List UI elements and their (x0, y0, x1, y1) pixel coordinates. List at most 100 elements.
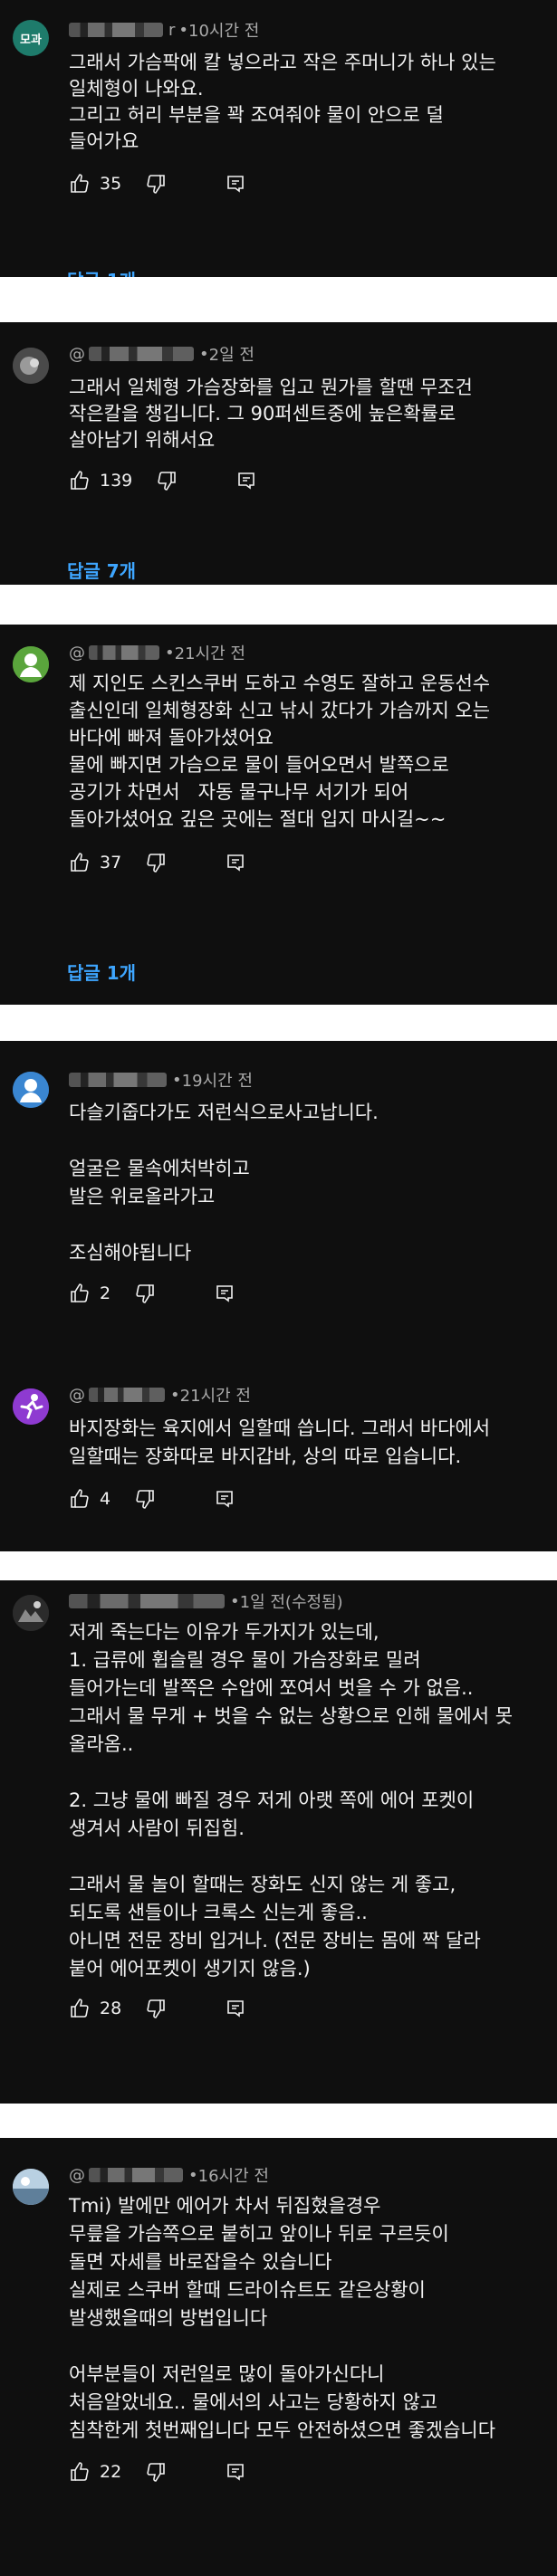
comment-item: @ • 21시간 전 제 지인도 스킨스쿠버 도하고 수영도 잘하고 운동선수 … (0, 643, 557, 876)
thumbs-up-icon (69, 173, 91, 195)
reply-button[interactable] (235, 470, 257, 491)
like-button[interactable] (69, 2461, 91, 2483)
thumbs-down-icon (156, 470, 178, 491)
comment-time[interactable]: 21시간 전 (180, 1383, 251, 1407)
dislike-button[interactable] (145, 1998, 167, 2019)
comment-reply-icon (214, 1283, 235, 1304)
channel-avatar[interactable] (13, 646, 49, 682)
dislike-button[interactable] (156, 470, 178, 491)
dot-separator: • (230, 1591, 240, 1611)
thumbs-down-icon (134, 1283, 156, 1304)
blurred-username[interactable] (69, 1594, 225, 1608)
channel-avatar[interactable] (13, 2169, 49, 2205)
comment-time[interactable]: 21시간 전 (175, 641, 245, 664)
person-avatar-icon (13, 1072, 49, 1108)
comment-text: 제 지인도 스킨스쿠버 도하고 수영도 잘하고 운동선수 출신인데 일체형장화 … (69, 673, 491, 830)
comment-meta: r • 10시간 전 (69, 18, 550, 42)
comment-item: • 1일 전(수정됨) 저게 죽는다는 이유가 두가지가 있는데, 1. 급류에… (0, 1591, 557, 2022)
comment-time[interactable]: 19시간 전 (182, 1068, 253, 1092)
comment-block: • 19시간 전 다슬기줍다가도 저런식으로사고납니다. 얼굴은 물속에처박히고… (0, 1041, 557, 1551)
reply-button[interactable] (225, 173, 246, 195)
blurred-username[interactable] (89, 1388, 165, 1402)
comment-time[interactable]: 2일 전 (209, 342, 254, 366)
blurred-username[interactable] (69, 1073, 167, 1087)
thumbs-up-icon (69, 1488, 91, 1510)
handle-tail: r (168, 20, 176, 40)
handle-lead: @ (69, 643, 85, 663)
blurred-username[interactable] (89, 645, 159, 660)
comment-actions: 37 (69, 849, 550, 876)
comment-item: • 19시간 전 다슬기줍다가도 저런식으로사고납니다. 얼굴은 물속에처박히고… (0, 1070, 557, 1307)
comment-time[interactable]: 10시간 전 (188, 18, 259, 42)
comment-meta: @ • 16시간 전 (69, 2163, 550, 2187)
comment-reply-icon (225, 173, 246, 195)
reply-button[interactable] (225, 2461, 246, 2483)
channel-avatar[interactable]: 모과 (13, 20, 49, 56)
like-button[interactable] (69, 470, 91, 491)
like-button[interactable] (69, 1283, 91, 1304)
dislike-button[interactable] (134, 1488, 156, 1510)
reply-button[interactable] (214, 1488, 235, 1510)
comment-meta: • 1일 전(수정됨) (69, 1589, 550, 1613)
comment-block: @ • 16시간 전 Tmi) 발에만 에어가 차서 뒤집혔을경우 무릎을 가슴… (0, 2138, 557, 2576)
reply-button[interactable] (214, 1283, 235, 1304)
like-count: 139 (100, 471, 133, 491)
comment-actions: 4 (69, 1485, 550, 1512)
channel-avatar[interactable] (13, 1388, 49, 1425)
comment-reply-icon (214, 1488, 235, 1510)
blurred-username[interactable] (89, 347, 194, 361)
thumbs-down-icon (134, 1488, 156, 1510)
comment-time[interactable]: 16시간 전 (198, 2163, 269, 2187)
comment-item: @ • 2일 전 그래서 일체형 가슴장화를 입고 뭔가를 할땐 무조건 작은칼… (0, 344, 557, 494)
comment-item: @ • 16시간 전 Tmi) 발에만 에어가 차서 뒤집혔을경우 무릎을 가슴… (0, 2165, 557, 2485)
channel-avatar[interactable] (13, 1072, 49, 1108)
dot-separator: • (172, 1070, 182, 1090)
handle-lead: @ (69, 2165, 85, 2185)
thumbs-down-icon (145, 2461, 167, 2483)
replies-link[interactable]: 답글 1개 (67, 959, 136, 985)
comment-text: 저게 죽는다는 이유가 두가지가 있는데, 1. 급류에 휩슬릴 경우 물이 가… (69, 1621, 514, 1980)
like-button[interactable] (69, 852, 91, 873)
handle-lead: @ (69, 1385, 85, 1405)
comment-block: 모과 r • 10시간 전 그래서 가슴팍에 칼 넣으라고 작은 주머니가 하나… (0, 0, 557, 277)
comment-item: 모과 r • 10시간 전 그래서 가슴팍에 칼 넣으라고 작은 주머니가 하나… (0, 20, 557, 197)
dislike-button[interactable] (134, 1283, 156, 1304)
thumbs-up-icon (69, 1283, 91, 1304)
comment-item: @ • 21시간 전 바지장화는 육지에서 일할때 씁니다. 그래서 바다에서 … (0, 1385, 557, 1512)
like-button[interactable] (69, 1488, 91, 1510)
handle-lead: @ (69, 344, 85, 364)
comment-block: @ • 21시간 전 제 지인도 스킨스쿠버 도하고 수영도 잘하고 운동선수 … (0, 625, 557, 1005)
like-button[interactable] (69, 1998, 91, 2019)
dot-separator: • (188, 2165, 198, 2185)
dislike-button[interactable] (145, 852, 167, 873)
like-count: 22 (100, 2462, 122, 2482)
comment-text: 그래서 가슴팍에 칼 넣으라고 작은 주머니가 하나 있는 일체형이 나와요. … (69, 52, 496, 152)
thumbs-down-icon (145, 173, 167, 195)
reply-button[interactable] (225, 852, 246, 873)
avatar-label: 모과 (20, 33, 42, 47)
comment-meta: • 19시간 전 (69, 1068, 550, 1092)
like-count: 4 (100, 1489, 111, 1509)
blurred-username[interactable] (69, 23, 163, 37)
comment-reply-icon (225, 852, 246, 873)
comment-time[interactable]: 1일 전(수정됨) (240, 1589, 343, 1613)
channel-avatar[interactable] (13, 348, 49, 384)
thumbs-up-icon (69, 2461, 91, 2483)
dislike-button[interactable] (145, 173, 167, 195)
reply-button[interactable] (225, 1998, 246, 2019)
comment-actions: 2 (69, 1280, 550, 1307)
like-count: 35 (100, 174, 122, 194)
comment-reply-icon (235, 470, 257, 491)
dot-separator: • (170, 1385, 180, 1405)
like-button[interactable] (69, 173, 91, 195)
blurred-username[interactable] (89, 2168, 183, 2182)
channel-avatar[interactable] (13, 1595, 49, 1631)
like-count: 2 (100, 1283, 111, 1303)
replies-link[interactable]: 답글 1개 (67, 266, 136, 277)
comment-text: 그래서 일체형 가슴장화를 입고 뭔가를 할땐 무조건 작은칼을 챙깁니다. 그… (69, 377, 473, 451)
comment-block: @ • 2일 전 그래서 일체형 가슴장화를 입고 뭔가를 할땐 무조건 작은칼… (0, 322, 557, 585)
comment-block: • 1일 전(수정됨) 저게 죽는다는 이유가 두가지가 있는데, 1. 급류에… (0, 1580, 557, 2104)
comment-text: 다슬기줍다가도 저런식으로사고납니다. 얼굴은 물속에처박히고 발은 위로올라가… (69, 1102, 379, 1264)
replies-link[interactable]: 답글 7개 (67, 557, 136, 583)
dislike-button[interactable] (145, 2461, 167, 2483)
